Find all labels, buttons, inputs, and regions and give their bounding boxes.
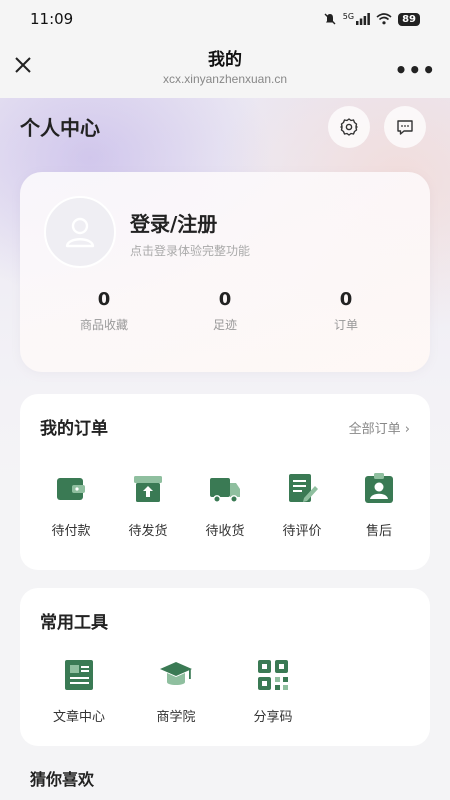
status-bar: 11:09 5G 89	[0, 0, 450, 38]
stat-footprints[interactable]: 0 足迹	[175, 288, 275, 333]
review-icon	[289, 474, 318, 502]
stat-label: 订单	[333, 318, 358, 332]
tool-label: 分享码	[253, 710, 293, 725]
stat-label: 足迹	[212, 318, 237, 332]
qr-code-icon	[258, 660, 288, 690]
order-label: 待收货	[205, 524, 245, 539]
settings-button[interactable]	[328, 106, 370, 148]
avatar[interactable]	[44, 196, 116, 268]
network-type: 5G	[342, 11, 355, 21]
order-label: 待付款	[51, 524, 91, 539]
tool-share-code[interactable]: 分享码	[238, 658, 308, 725]
profile-page: 个人中心 登录/注册 点击登录体验完整功能 0 商品收藏 0 足迹 0 订单 我…	[0, 98, 450, 800]
nav-bar: 我的 xcx.xinyanzhenxuan.cn •••	[0, 38, 450, 98]
guess-you-like-title: 猜你喜欢	[30, 770, 95, 789]
nav-title-block: 我的 xcx.xinyanzhenxuan.cn	[163, 49, 287, 87]
nav-title: 我的	[207, 50, 242, 70]
message-icon	[397, 120, 413, 135]
tool-article-center[interactable]: 文章中心	[44, 658, 114, 725]
wifi-icon	[376, 13, 392, 25]
after-sales-icon	[365, 473, 393, 503]
order-after-sales[interactable]: 售后	[344, 472, 414, 539]
login-hint: 点击登录体验完整功能	[130, 244, 251, 258]
stat-value: 0	[339, 289, 353, 310]
user-placeholder-icon	[65, 217, 95, 248]
order-to-receive[interactable]: 待收货	[190, 472, 260, 539]
gear-icon	[340, 118, 358, 136]
close-icon[interactable]	[10, 52, 36, 78]
wallet-icon	[57, 478, 85, 500]
signal-icon	[356, 13, 370, 25]
package-icon	[134, 476, 162, 502]
page-title: 个人中心	[20, 116, 100, 140]
mute-icon	[324, 13, 336, 25]
orders-title: 我的订单	[40, 419, 108, 439]
all-orders-link[interactable]: 全部订单 ›	[349, 418, 410, 437]
login-register-link[interactable]: 登录/注册	[130, 208, 217, 237]
profile-card: 登录/注册 点击登录体验完整功能 0 商品收藏 0 足迹 0 订单	[20, 172, 430, 372]
battery-indicator: 89	[398, 12, 420, 26]
stat-value: 0	[97, 289, 111, 310]
orders-panel: 我的订单 全部订单 › 待付款 待发货 待收货 待评价 售后	[20, 394, 430, 570]
graduation-cap-icon	[160, 662, 192, 685]
tool-business-school[interactable]: 商学院	[141, 658, 211, 725]
tool-label: 商学院	[156, 710, 196, 725]
order-label: 待评价	[282, 524, 322, 539]
nav-url: xcx.xinyanzhenxuan.cn	[162, 72, 288, 86]
order-label: 售后	[365, 524, 392, 539]
order-to-ship[interactable]: 待发货	[113, 472, 183, 539]
stat-value: 0	[218, 289, 232, 310]
order-label: 待发货	[128, 524, 168, 539]
article-icon	[65, 660, 93, 690]
messages-button[interactable]	[384, 106, 426, 148]
more-menu-button[interactable]: •••	[395, 58, 436, 82]
stat-favorites[interactable]: 0 商品收藏	[54, 288, 154, 333]
order-to-review[interactable]: 待评价	[267, 472, 337, 539]
status-time: 11:09	[30, 10, 74, 28]
stat-label: 商品收藏	[79, 318, 128, 332]
order-pending-payment[interactable]: 待付款	[36, 472, 106, 539]
stat-orders[interactable]: 0 订单	[296, 288, 396, 333]
status-icons: 5G 89	[323, 12, 420, 26]
tools-panel: 常用工具 文章中心 商学院 分享码	[20, 588, 430, 746]
tool-label: 文章中心	[52, 710, 105, 725]
tools-title: 常用工具	[40, 613, 108, 633]
truck-icon	[210, 478, 240, 503]
